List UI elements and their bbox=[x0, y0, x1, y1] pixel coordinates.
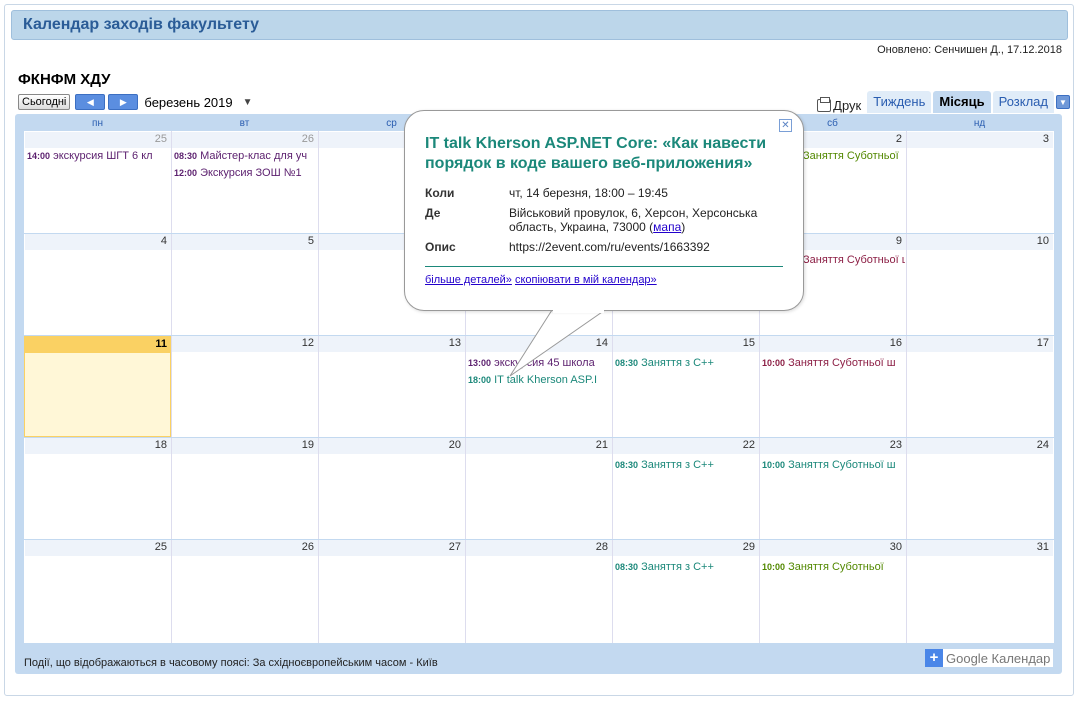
day-number[interactable]: 25 bbox=[25, 540, 171, 556]
today-day-number[interactable]: 11 bbox=[24, 336, 171, 353]
popup-when-label: Коли bbox=[425, 186, 455, 200]
prev-month-button[interactable]: ◀ bbox=[75, 94, 106, 110]
day-number[interactable]: 16 bbox=[760, 336, 906, 352]
popup-where-label: Де bbox=[425, 206, 441, 220]
calendar-name: ФКНФМ ХДУ bbox=[18, 71, 111, 88]
event-chip[interactable]: Заняття Суботньої bbox=[803, 150, 905, 164]
day-number[interactable]: 18 bbox=[25, 438, 171, 454]
day-number[interactable]: 23 bbox=[760, 438, 906, 454]
column-divider bbox=[906, 131, 907, 643]
event-chip[interactable]: 13:00 экскурсия 45 школа bbox=[468, 357, 611, 371]
event-chip[interactable]: 08:30 Заняття з С++ bbox=[615, 459, 758, 473]
event-chip[interactable]: 10:00 Заняття Суботньої bbox=[762, 561, 905, 575]
event-chip[interactable]: 14:00 экскурсия ШГТ 6 кл bbox=[27, 150, 170, 164]
timezone-note: Події, що відображаються в часовому пояс… bbox=[24, 657, 438, 669]
next-month-button[interactable]: ▶ bbox=[108, 94, 139, 110]
day-number[interactable]: 28 bbox=[466, 540, 612, 556]
popup-title: IT talk Kherson ASP.NET Core: «Как навес… bbox=[425, 135, 767, 172]
day-number[interactable]: 17 bbox=[907, 336, 1053, 352]
weekday-mon: пн bbox=[92, 118, 103, 129]
column-divider bbox=[318, 131, 319, 643]
plus-icon: + bbox=[925, 649, 943, 667]
print-label: Друк bbox=[833, 98, 862, 113]
month-dropdown-icon[interactable]: ▼ bbox=[243, 97, 253, 108]
popup-when-value: чт, 14 березня, 18:00 – 19:45 bbox=[509, 186, 668, 200]
arrow-right-icon: ▶ bbox=[119, 96, 127, 107]
tabs-dropdown-icon[interactable]: ▼ bbox=[1056, 95, 1070, 109]
day-number[interactable]: 31 bbox=[907, 540, 1053, 556]
copy-to-calendar-link[interactable]: скопіювати в мій календар» bbox=[515, 274, 657, 286]
printer-icon bbox=[817, 97, 832, 112]
today-button[interactable]: Сьогодні bbox=[18, 94, 71, 110]
day-number[interactable]: 4 bbox=[25, 234, 171, 250]
weekday-tue: вт bbox=[239, 118, 250, 129]
tab-week[interactable]: Тиждень bbox=[867, 91, 932, 113]
tab-month[interactable]: Місяць bbox=[933, 91, 991, 113]
close-icon[interactable]: ✕ bbox=[779, 119, 792, 132]
title-bar: Календар заходів факультету bbox=[11, 10, 1068, 40]
day-number[interactable]: 15 bbox=[613, 336, 759, 352]
event-chip[interactable]: 10:00 Заняття Суботньої ш bbox=[762, 357, 905, 371]
day-number[interactable]: 12 bbox=[172, 336, 318, 352]
popup-desc-value: https://2event.com/ru/events/1663392 bbox=[509, 240, 710, 254]
day-number[interactable]: 25 bbox=[25, 132, 171, 148]
event-chip[interactable]: Заняття Суботньої ш bbox=[803, 254, 905, 268]
event-chip[interactable]: 10:00 Заняття Суботньої ш bbox=[762, 459, 905, 473]
month-label: березень 2019 bbox=[144, 94, 233, 110]
google-calendar-badge[interactable]: + Google Календар bbox=[925, 649, 1054, 667]
calendar-toolbar: Сьогодні ◀ ▶ березень 2019 ▼ bbox=[18, 93, 253, 111]
day-number[interactable]: 10 bbox=[907, 234, 1053, 250]
day-number[interactable]: 27 bbox=[319, 540, 465, 556]
print-button[interactable]: Друк bbox=[817, 97, 862, 113]
day-number[interactable]: 5 bbox=[172, 234, 318, 250]
day-number[interactable]: 30 bbox=[760, 540, 906, 556]
event-chip[interactable]: 08:30 Майстер-клас для уч bbox=[174, 150, 317, 164]
updated-note: Оновлено: Сенчишен Д., 17.12.2018 bbox=[877, 44, 1062, 56]
day-number[interactable]: 21 bbox=[466, 438, 612, 454]
event-chip[interactable]: 08:30 Заняття з С++ bbox=[615, 561, 758, 575]
day-number[interactable]: 20 bbox=[319, 438, 465, 454]
arrow-left-icon: ◀ bbox=[86, 96, 94, 107]
day-number[interactable]: 19 bbox=[172, 438, 318, 454]
day-number[interactable]: 26 bbox=[172, 540, 318, 556]
popup-actions: більше деталей» скопіювати в мій календа… bbox=[425, 274, 657, 286]
event-chip[interactable]: 18:00 IT talk Kherson ASP.I bbox=[468, 374, 611, 388]
day-number[interactable]: 22 bbox=[613, 438, 759, 454]
tab-agenda[interactable]: Розклад bbox=[992, 91, 1054, 113]
google-calendar-label: Google Календар bbox=[946, 650, 1051, 666]
column-divider bbox=[171, 131, 172, 643]
popup-where-value: Військовий провулок, 6, Херсон, Херсонсь… bbox=[509, 206, 758, 234]
day-number[interactable]: 13 bbox=[319, 336, 465, 352]
day-number[interactable]: 3 bbox=[907, 132, 1053, 148]
day-number[interactable]: 24 bbox=[907, 438, 1053, 454]
weekday-sun: нд bbox=[973, 118, 986, 129]
day-number[interactable]: 29 bbox=[613, 540, 759, 556]
page-title: Календар заходів факультету bbox=[23, 16, 260, 33]
event-chip[interactable]: 08:30 Заняття з С++ bbox=[615, 357, 758, 371]
popup-desc-label: Опис bbox=[425, 240, 456, 254]
map-link[interactable]: мапа bbox=[653, 220, 681, 234]
day-number[interactable]: 14 bbox=[466, 336, 612, 352]
view-tools: Друк Тиждень Місяць Розклад ▼ bbox=[817, 91, 1070, 113]
day-number[interactable]: 26 bbox=[172, 132, 318, 148]
event-chip[interactable]: 12:00 Экскурсия ЗОШ №1 bbox=[174, 167, 317, 181]
popup-divider bbox=[425, 266, 783, 267]
more-details-link[interactable]: більше деталей» bbox=[425, 274, 512, 286]
